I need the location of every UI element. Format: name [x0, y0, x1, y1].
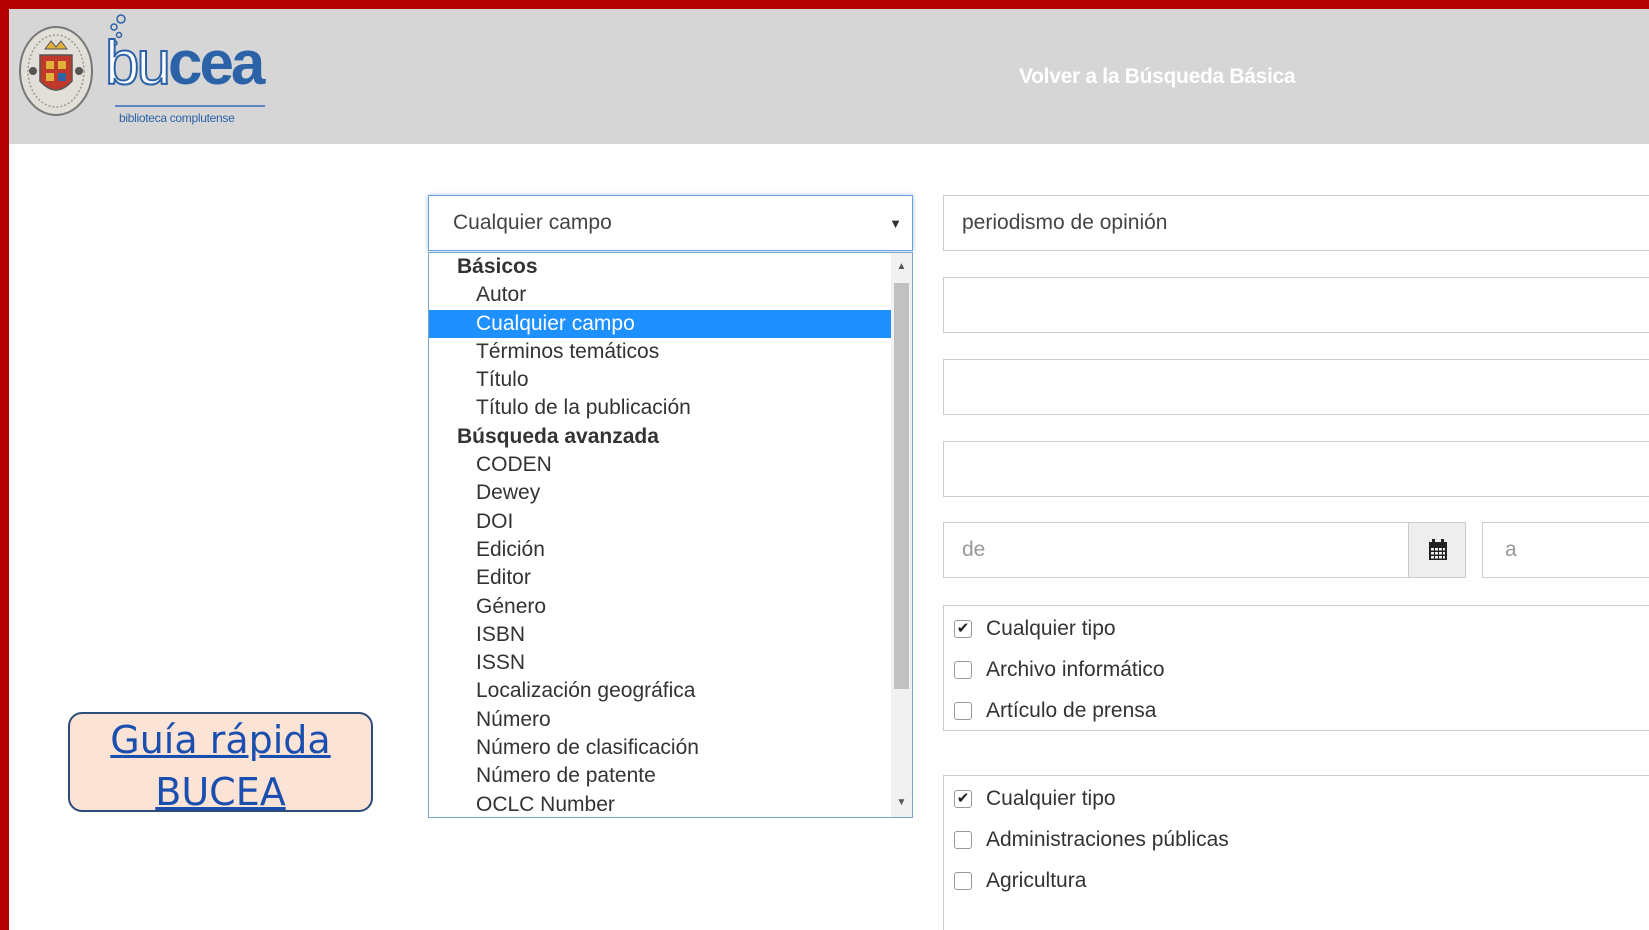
university-crest-icon: [19, 26, 93, 116]
dropdown-option[interactable]: DOI: [429, 508, 893, 536]
date-to-input[interactable]: a: [1482, 522, 1649, 578]
dropdown-option[interactable]: Términos temáticos: [429, 338, 893, 366]
quick-guide-link-line2[interactable]: BUCEA: [70, 766, 371, 818]
chevron-down-icon: ▼: [889, 216, 902, 231]
checkbox[interactable]: [954, 702, 972, 720]
search-input-4[interactable]: [943, 441, 1649, 497]
logo-subtitle: biblioteca complutense: [119, 111, 235, 125]
checkbox[interactable]: ✔: [954, 790, 972, 808]
dropdown-option[interactable]: ISBN: [429, 621, 893, 649]
dropdown-option[interactable]: Número de patente: [429, 762, 893, 790]
checkbox[interactable]: [954, 661, 972, 679]
calendar-icon: [1429, 539, 1447, 560]
back-to-basic-search-link[interactable]: Volver a la Búsqueda Básica: [1019, 65, 1296, 89]
logo-text-bold: cea: [167, 29, 265, 98]
subject-filter-box: ✔ Cualquier tipo Administraciones públicas…: [943, 775, 1649, 930]
checkbox-label: Administraciones públicas: [986, 828, 1229, 851]
checkbox[interactable]: [954, 872, 972, 890]
scrollbar-thumb[interactable]: [894, 283, 909, 689]
checkbox-label: Cualquier tipo: [986, 787, 1116, 810]
calendar-button[interactable]: [1409, 522, 1466, 578]
date-from-placeholder: de: [962, 538, 986, 561]
dropdown-option[interactable]: CODEN: [429, 451, 893, 479]
dropdown-option[interactable]: Género: [429, 593, 893, 621]
dropdown-option[interactable]: Número: [429, 706, 893, 734]
logo-underline: [115, 105, 265, 107]
format-filter-box: ✔ Cualquier tipo Archivo informático Artícu…: [943, 605, 1649, 731]
format-filter-option[interactable]: ✔ Cualquier tipo: [954, 614, 1116, 644]
scroll-up-icon[interactable]: ▲: [891, 257, 912, 277]
date-to-placeholder: a: [1505, 538, 1517, 561]
dropdown-option[interactable]: OCLC Number: [429, 791, 893, 817]
dropdown-option[interactable]: Título: [429, 366, 893, 394]
checkbox-label: Artículo de prensa: [986, 699, 1157, 722]
dropdown-options: Básicos Autor Cualquier campo Términos temá…: [429, 253, 893, 817]
checkbox-label: Cualquier tipo: [986, 617, 1116, 640]
dropdown-option[interactable]: Cualquier campo: [429, 309, 893, 338]
scroll-down-icon[interactable]: ▼: [891, 793, 912, 813]
dropdown-option[interactable]: Editor: [429, 564, 893, 592]
quick-guide-box[interactable]: Guía rápida BUCEA: [68, 712, 373, 814]
logo-text-thin: bu: [104, 29, 172, 98]
search-input-1[interactable]: periodismo de opinión: [943, 195, 1649, 251]
dropdown-option[interactable]: Localización geográfica: [429, 677, 893, 705]
dropdown-group-header: Básicos: [457, 255, 538, 278]
dropdown-option[interactable]: Número de clasificación: [429, 734, 893, 762]
subject-filter-option[interactable]: ✔ Cualquier tipo: [954, 784, 1116, 814]
checkbox-label: Agricultura: [986, 869, 1087, 892]
field-select-value: Cualquier campo: [453, 211, 612, 234]
field-dropdown-list[interactable]: Básicos Autor Cualquier campo Términos temá…: [428, 252, 913, 818]
subject-filter-option[interactable]: Agricultura: [954, 866, 1086, 896]
search-input-2[interactable]: [943, 277, 1649, 333]
page-frame: bucea biblioteca complutense Volver a la…: [0, 0, 1649, 930]
dropdown-option[interactable]: Edición: [429, 536, 893, 564]
quick-guide-link-line1[interactable]: Guía rápida: [70, 714, 371, 766]
bucea-logo[interactable]: bucea biblioteca complutense: [104, 13, 275, 133]
search-input-1-value: periodismo de opinión: [962, 211, 1168, 234]
dropdown-option[interactable]: Título de la publicación: [429, 394, 893, 422]
dropdown-option[interactable]: Dewey: [429, 479, 893, 507]
checkbox[interactable]: ✔: [954, 620, 972, 638]
checkbox[interactable]: [954, 831, 972, 849]
subject-filter-option[interactable]: Administraciones públicas: [954, 825, 1229, 855]
header-bar: bucea biblioteca complutense Volver a la…: [9, 9, 1649, 144]
date-from-input[interactable]: de: [943, 522, 1409, 578]
dropdown-group-header: Búsqueda avanzada: [457, 424, 659, 448]
field-select[interactable]: Cualquier campo ▼: [428, 195, 913, 251]
logo-wordmark: bucea: [104, 32, 265, 96]
format-filter-option[interactable]: Archivo informático: [954, 655, 1165, 685]
search-input-3[interactable]: [943, 359, 1649, 415]
dropdown-scrollbar[interactable]: ▲ ▼: [891, 253, 912, 817]
checkbox-label: Archivo informático: [986, 658, 1165, 681]
dropdown-option[interactable]: ISSN: [429, 649, 893, 677]
dropdown-option[interactable]: Autor: [429, 281, 893, 309]
format-filter-option[interactable]: Artículo de prensa: [954, 696, 1156, 726]
